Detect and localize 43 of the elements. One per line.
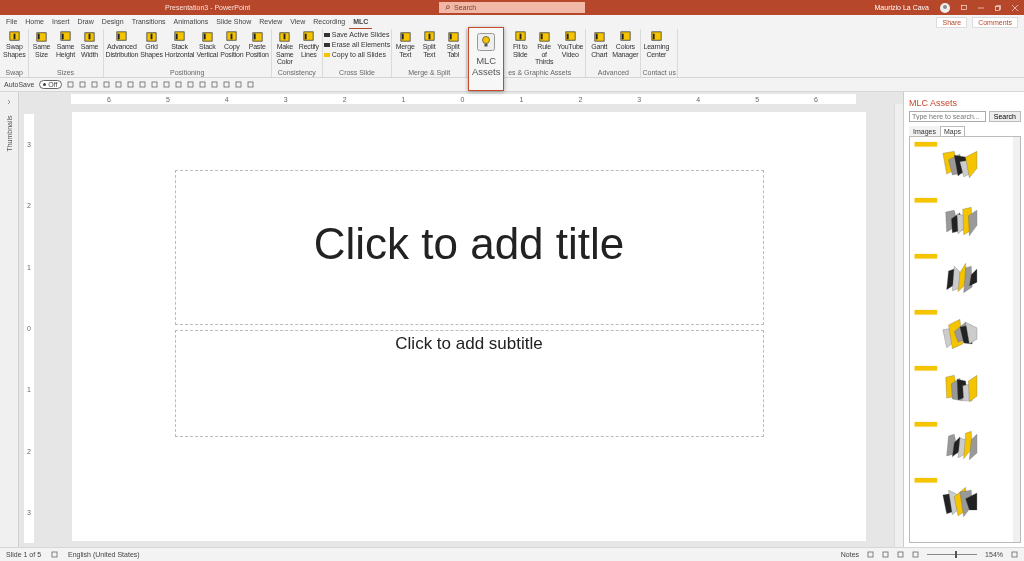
shape-icon	[115, 30, 129, 43]
lightbulb-icon	[477, 33, 496, 51]
shape-icon	[618, 30, 632, 43]
ribbon-display-icon[interactable]	[961, 5, 967, 10]
panel-title: MLC Assets	[909, 98, 958, 108]
shape-icon	[302, 30, 316, 43]
slideshow-icon[interactable]	[912, 551, 920, 558]
shape-icon	[278, 30, 292, 43]
subtitle-placeholder[interactable]: Click to add subtitle	[174, 330, 764, 437]
shape-icon	[446, 30, 460, 43]
panel-scrollbar[interactable]	[1013, 137, 1020, 542]
shape-icon	[35, 30, 49, 43]
reading-view-icon[interactable]	[897, 551, 905, 558]
shape-icon	[592, 30, 606, 43]
shape-icon	[250, 30, 264, 43]
mlc-assets-button[interactable]: MLC Assets	[468, 27, 505, 91]
expand-icon[interactable]	[7, 100, 11, 104]
shape-icon	[59, 30, 73, 43]
fit-icon[interactable]	[1011, 551, 1018, 558]
normal-view-icon[interactable]	[867, 551, 875, 558]
toggle-knob-icon	[43, 83, 47, 86]
shape-icon	[398, 30, 412, 43]
shape-icon	[513, 30, 527, 43]
shape-icon	[7, 30, 21, 43]
shape-icon	[563, 30, 577, 43]
shape-icon	[172, 30, 186, 43]
shape-icon	[225, 30, 239, 43]
restore-icon[interactable]	[995, 4, 1001, 11]
minimize-icon[interactable]	[978, 6, 984, 9]
shape-icon	[83, 30, 97, 43]
spelling-icon[interactable]	[51, 551, 59, 558]
zoom-thumb[interactable]	[954, 551, 957, 558]
title-placeholder[interactable]: Click to add title	[174, 170, 764, 325]
search-icon	[445, 5, 450, 10]
avatar-icon[interactable]	[940, 2, 950, 13]
shape-icon	[200, 30, 214, 43]
shape-icon	[537, 30, 551, 43]
shape-icon	[422, 30, 436, 43]
vertical-scrollbar[interactable]	[894, 104, 903, 547]
close-icon[interactable]	[1012, 4, 1018, 11]
shape-icon	[144, 30, 158, 43]
sorter-view-icon[interactable]	[882, 551, 890, 558]
shape-icon	[649, 30, 663, 43]
